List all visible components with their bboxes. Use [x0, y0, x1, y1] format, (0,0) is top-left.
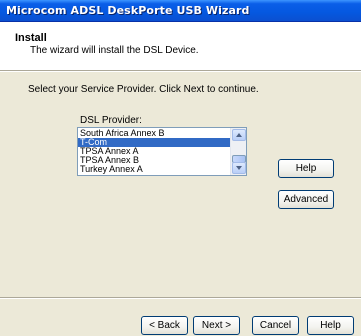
footer-divider — [0, 297, 361, 299]
footer-help-button[interactable]: Help — [307, 316, 354, 335]
help-button[interactable]: Help — [278, 159, 334, 178]
list-item-turkey-annex-a[interactable]: Turkey Annex A — [78, 165, 230, 174]
instruction-text: Select your Service Provider. Click Next… — [28, 84, 259, 95]
header-title: Install — [15, 32, 47, 44]
header-subtitle: The wizard will install the DSL Device. — [30, 45, 199, 56]
back-button[interactable]: < Back — [141, 316, 188, 335]
chevron-down-icon — [236, 166, 242, 170]
scroll-down-button[interactable] — [232, 162, 246, 174]
advanced-button[interactable]: Advanced — [278, 190, 334, 209]
wizard-header: Install The wizard will install the DSL … — [0, 22, 361, 70]
chevron-up-icon — [236, 133, 242, 137]
cancel-button[interactable]: Cancel — [252, 316, 299, 335]
title-bar[interactable]: Microcom ADSL DeskPorte USB Wizard — [0, 0, 361, 22]
scroll-up-button[interactable] — [232, 129, 246, 141]
header-divider — [0, 70, 361, 72]
listbox-scrollbar[interactable] — [230, 128, 246, 175]
next-button[interactable]: Next > — [193, 316, 240, 335]
dsl-provider-label: DSL Provider: — [80, 115, 142, 126]
window-title: Microcom ADSL DeskPorte USB Wizard — [6, 4, 250, 17]
dsl-provider-listbox[interactable]: South Africa Annex B T-Com TPSA Annex A … — [77, 127, 247, 176]
